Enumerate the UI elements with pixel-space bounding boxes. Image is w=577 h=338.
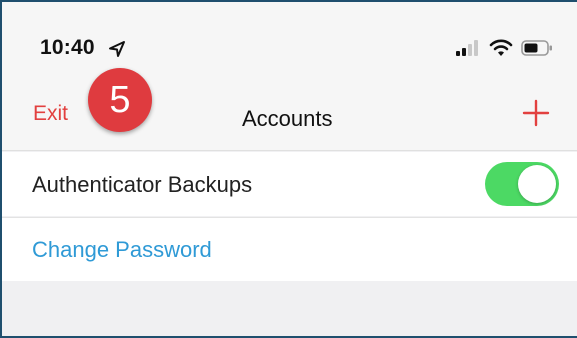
change-password-link[interactable]: Change Password [32, 237, 212, 263]
plus-icon[interactable] [520, 97, 552, 129]
status-indicators [455, 38, 553, 58]
top-bar: 10:40 Exit 5 Accounts [2, 2, 577, 151]
authenticator-backups-label: Authenticator Backups [32, 172, 253, 197]
wifi-icon [489, 39, 513, 56]
toggle-knob [518, 165, 556, 203]
cellular-signal-icon [456, 40, 478, 56]
location-arrow-icon [109, 41, 125, 57]
settings-row-change-password[interactable]: Change Password [2, 217, 577, 281]
settings-row-authenticator-backups: Authenticator Backups [2, 152, 577, 216]
status-time: 10:40 [40, 36, 95, 59]
app-screen: 10:40 Exit 5 Accounts Authenticator Back… [0, 0, 577, 338]
empty-grouped-background [2, 281, 577, 336]
authenticator-backups-toggle[interactable] [485, 162, 559, 206]
step-number-badge: 5 [88, 68, 152, 132]
battery-icon [521, 40, 552, 56]
exit-button[interactable]: Exit [33, 102, 68, 126]
page-title: Accounts [242, 106, 333, 131]
